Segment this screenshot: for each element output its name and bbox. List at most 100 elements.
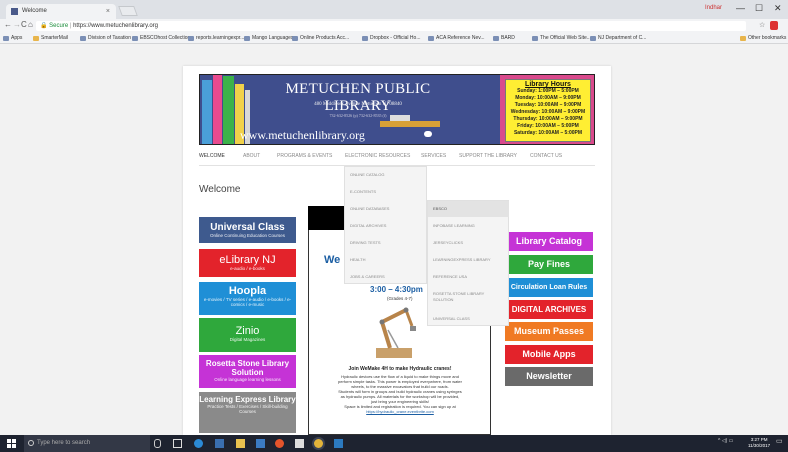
- submenu-item[interactable]: REFERENCE USA: [433, 274, 467, 279]
- bookmark-label: Dropbox - Official Ho...: [370, 35, 421, 41]
- hoopla-button[interactable]: Hoopla e-movies / TV series / e-audio / …: [199, 282, 296, 315]
- museum-passes-button[interactable]: Museum Passes: [505, 322, 593, 341]
- hours-title: Library Hours: [525, 81, 571, 88]
- bookmark-icon: [292, 36, 298, 41]
- bookmark-item[interactable]: EBSCOhost Collection: [132, 34, 190, 43]
- nav-electronic-resources[interactable]: ELECTRONIC RESOURCES: [345, 153, 410, 159]
- dropdown-item[interactable]: DIGITAL ARCHIVES: [350, 223, 386, 228]
- bookmark-label: Apps: [11, 35, 23, 41]
- microphone-icon[interactable]: [154, 439, 161, 448]
- browser-tab[interactable]: Welcome ×: [6, 4, 116, 19]
- button-subtitle: Online language learning lessons: [214, 377, 281, 382]
- notifications-icon[interactable]: ▭: [776, 437, 783, 445]
- system-tray[interactable]: ^ ◁) ▭: [718, 438, 733, 444]
- bookmark-item[interactable]: ACA Reference Nev...: [428, 34, 485, 43]
- flyer-registration-link[interactable]: https://hydraulic_crane.eventbrite.com: [320, 409, 480, 414]
- minimize-icon[interactable]: —: [736, 3, 745, 13]
- submenu-item[interactable]: JERSEYCLICKS: [433, 240, 463, 245]
- zinio-button[interactable]: Zinio Digital Magazines: [199, 318, 296, 352]
- taskbar-clock[interactable]: 3:27 PM 11/30/2017: [748, 437, 770, 449]
- button-subtitle: Digital Magazines: [229, 337, 266, 342]
- taskbar-search[interactable]: Type here to search: [24, 435, 150, 452]
- banner-desk-graphic: [380, 121, 440, 127]
- submenu-item[interactable]: UNIVERSAL CLASS: [433, 316, 470, 321]
- submenu-item[interactable]: EBSCO: [433, 206, 447, 211]
- button-title: Rosetta Stone Library Solution: [205, 359, 290, 377]
- file-explorer-icon[interactable]: [236, 439, 245, 448]
- digital-archives-button[interactable]: DIGITAL ARCHIVES: [505, 300, 593, 319]
- submenu-item[interactable]: INFOBASE LEARNING: [433, 223, 475, 228]
- circulation-loan-rules-button[interactable]: Circulation Loan Rules: [505, 278, 593, 297]
- task-view-icon[interactable]: [173, 439, 182, 448]
- nav-support-library[interactable]: SUPPORT THE LIBRARY: [459, 153, 517, 159]
- submenu-item[interactable]: ROSETTA STONE LIBRARY SOLUTION: [433, 291, 495, 303]
- chrome-icon[interactable]: [314, 439, 323, 448]
- bookmark-item[interactable]: Apps: [3, 34, 22, 43]
- hours-line: Thursday: 10:00AM – 9:00PM: [513, 116, 583, 122]
- button-title: Hoopla: [228, 285, 267, 297]
- nav-about[interactable]: ABOUT: [243, 153, 260, 159]
- windows-taskbar: Type here to search ^ ◁) ▭ 3:27 PM 11/30…: [0, 435, 788, 452]
- bookmark-item[interactable]: Division of Taxation: [80, 34, 131, 43]
- word-icon[interactable]: [334, 439, 343, 448]
- bookmark-item[interactable]: Other bookmarks: [740, 34, 786, 43]
- library-banner[interactable]: METUCHEN PUBLIC LIBRARY 480 Middlesex Av…: [199, 74, 595, 145]
- bookmark-icon: [244, 36, 250, 41]
- tab-close-icon[interactable]: ×: [106, 4, 110, 19]
- maximize-icon[interactable]: ☐: [755, 3, 763, 14]
- extension-icon[interactable]: [770, 21, 778, 30]
- bookmark-item[interactable]: Online Products Acc...: [292, 34, 349, 43]
- bookmark-icon: [428, 36, 434, 41]
- flyer-body: Hydraulic devices use the flow of a liqu…: [320, 374, 480, 414]
- dropdown-item[interactable]: HEALTH: [350, 257, 365, 262]
- library-phone: 732-632-8526 (p) 732-632-8535 (f): [329, 113, 387, 118]
- bookmark-item[interactable]: BARD: [493, 34, 515, 43]
- bookmark-icon: [493, 36, 499, 41]
- page-title: Welcome: [199, 184, 241, 195]
- mobile-apps-button[interactable]: Mobile Apps: [505, 345, 593, 364]
- dropdown-item[interactable]: DRIVING TESTS: [350, 240, 381, 245]
- universal-class-button[interactable]: Universal Class Online Continuing Educat…: [199, 217, 296, 243]
- address-bar[interactable]: 🔒 Secure | https://www.metuchenlibrary.o…: [36, 21, 746, 31]
- bookmark-star-icon[interactable]: ☆: [759, 21, 765, 29]
- dropdown-item[interactable]: ONLINE CATALOG: [350, 172, 385, 177]
- pay-fines-button[interactable]: Pay Fines: [505, 255, 593, 274]
- bookmark-item[interactable]: Dropbox - Official Ho...: [362, 34, 420, 43]
- profile-name[interactable]: Indhar: [705, 5, 722, 11]
- dropdown-item[interactable]: JOBS & CAREERS: [350, 274, 385, 279]
- learning-express-button[interactable]: Learning Express Library Practice Tests …: [199, 392, 296, 433]
- home-icon[interactable]: ⌂: [28, 20, 33, 29]
- bookmark-item[interactable]: The Official Web Site...: [532, 34, 591, 43]
- submenu-item[interactable]: LEARNINGEXPRESS LIBRARY: [433, 257, 491, 262]
- bookmark-item[interactable]: NJ Department of C...: [590, 34, 646, 43]
- outlook-icon[interactable]: [256, 439, 265, 448]
- edge-icon[interactable]: [194, 439, 203, 448]
- store-icon[interactable]: [215, 439, 224, 448]
- bookmark-item[interactable]: reports.learningexpr...: [188, 34, 244, 43]
- rosetta-stone-button[interactable]: Rosetta Stone Library Solution Online la…: [199, 355, 296, 388]
- app-icon[interactable]: [275, 439, 284, 448]
- banner-book-graphic: [223, 76, 234, 144]
- nav-contact-us[interactable]: CONTACT US: [530, 153, 562, 159]
- bookmark-label: SmarterMail: [41, 35, 68, 41]
- dropdown-item[interactable]: E-CONTENTS: [350, 189, 376, 194]
- browser-tab-bar: Welcome × Indhar — ☐ ✕: [0, 0, 788, 19]
- elibrary-nj-button[interactable]: eLibrary NJ e-audio / e-books: [199, 249, 296, 277]
- button-subtitle: Online Continuing Education Courses: [209, 233, 286, 238]
- forward-icon[interactable]: →: [13, 20, 21, 29]
- windows-start-icon[interactable]: [7, 439, 16, 448]
- back-icon[interactable]: ←: [4, 20, 12, 29]
- nav-welcome[interactable]: WELCOME: [199, 153, 225, 159]
- bookmark-item[interactable]: Mango Languages: [244, 34, 293, 43]
- newsletter-button[interactable]: Newsletter: [505, 367, 593, 386]
- close-window-icon[interactable]: ✕: [774, 3, 782, 14]
- library-catalog-button[interactable]: Library Catalog: [505, 232, 593, 251]
- library-hours-box: Library Hours Sunday: 1:00PM – 5:00PM Mo…: [505, 79, 591, 142]
- bookmark-item[interactable]: SmarterMail: [33, 34, 68, 43]
- mail-icon[interactable]: [295, 439, 304, 448]
- nav-programs-events[interactable]: PROGRAMS & EVENTS: [277, 153, 332, 159]
- dropdown-item[interactable]: ONLINE DATABASES: [350, 206, 389, 211]
- reload-icon[interactable]: C: [21, 20, 27, 29]
- new-tab-button[interactable]: [118, 6, 138, 16]
- nav-services[interactable]: SERVICES: [421, 153, 446, 159]
